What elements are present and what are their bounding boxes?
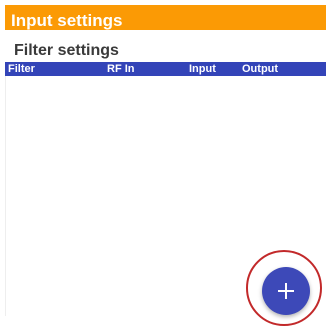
- input-settings-screen: Input settings Filter settings Filter RF…: [0, 0, 326, 329]
- table-body-edge: [5, 76, 6, 316]
- column-header-output: Output: [242, 63, 279, 75]
- page-title: Input settings: [11, 11, 123, 30]
- column-header-input: Input: [189, 63, 216, 75]
- filter-settings-title: Filter settings: [14, 42, 119, 59]
- column-header-rf-in: RF In: [107, 63, 135, 75]
- column-header-filter: Filter: [8, 63, 35, 75]
- add-filter-button[interactable]: [262, 267, 310, 315]
- top-app-bar: Input settings: [5, 5, 326, 30]
- plus-icon: [278, 283, 294, 299]
- filter-table-header: Filter RF In Input Output: [5, 62, 326, 76]
